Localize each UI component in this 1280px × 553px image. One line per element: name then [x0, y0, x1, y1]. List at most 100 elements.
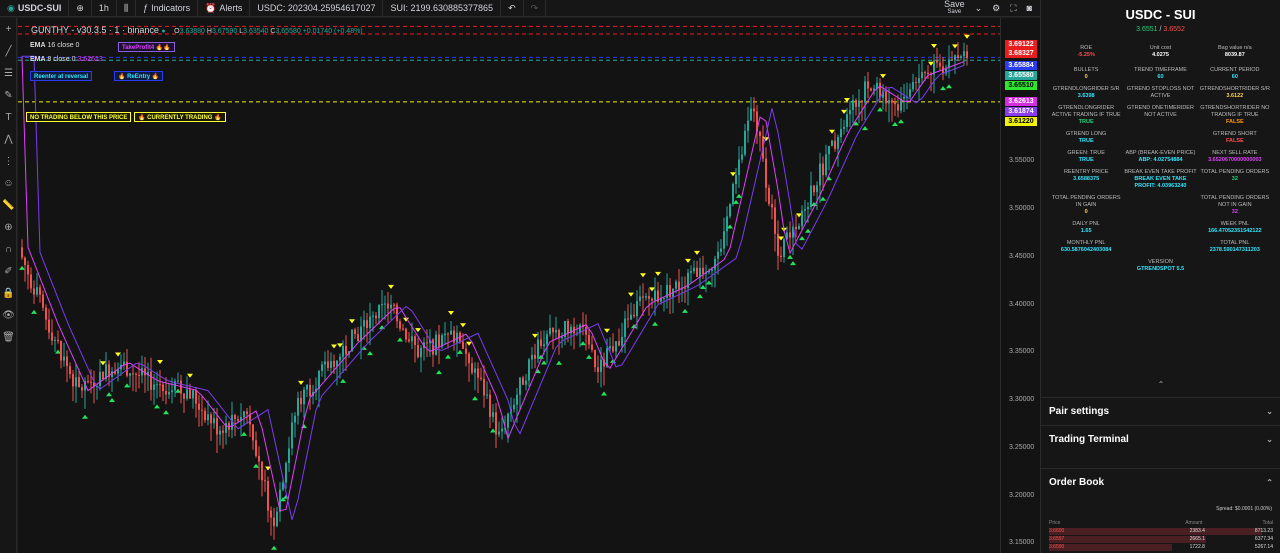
add-symbol-button[interactable]: ⊕ [69, 0, 92, 16]
candle-body [633, 314, 635, 317]
candle-body [39, 287, 41, 295]
order-book-row[interactable]: 3.6590 1722.8 5267.14 [1049, 544, 1273, 551]
candle-body [618, 341, 620, 346]
trash-icon[interactable]: 🗑 [0, 326, 17, 348]
eye-icon[interactable]: 👁 [0, 304, 17, 326]
order-book-row[interactable]: 3.6597 2665.1 6377.34 [1049, 536, 1273, 543]
candle-body [246, 411, 248, 414]
stat-value: ABP: 4.02754884 [1138, 157, 1183, 163]
stat-cell: TOTAL PENDING ORDERS 32 [1198, 169, 1272, 190]
candle-body [561, 337, 563, 339]
buy-arrow [445, 354, 451, 359]
lock-icon[interactable]: 🔒 [0, 282, 17, 304]
candle-body [735, 175, 737, 185]
zoom-icon[interactable]: ⊕ [0, 216, 17, 238]
text-icon[interactable]: T [0, 106, 17, 128]
candle-body [132, 373, 134, 375]
candle-body [732, 184, 734, 205]
camera-icon[interactable]: ◙ [1027, 3, 1032, 13]
order-book-row[interactable]: 3.6600 2383.4 8713.23 [1049, 528, 1273, 535]
price-tick: 3.25000 [1009, 443, 1035, 451]
stat-label: TOTAL PNL [1220, 240, 1250, 246]
price-tag: 3.61874 [1005, 107, 1037, 116]
candle-body [99, 371, 101, 387]
price-chart[interactable] [18, 18, 1000, 553]
ask-price: 3.6552 [1163, 26, 1185, 33]
ema-16-legend[interactable]: EMA 16 close 0 [30, 42, 79, 49]
depth-bar [1049, 528, 1262, 535]
stat-cell [1123, 131, 1197, 145]
trading-terminal-section[interactable]: Trading Terminal ⌄ [1041, 425, 1280, 453]
low-value: 3.63540 [243, 28, 269, 35]
symbol-search[interactable]: ◉ USDC-SUI [0, 0, 70, 16]
crosshair-icon[interactable]: + [0, 18, 17, 40]
price-axis[interactable]: 3.55000 3.50000 3.45000 3.40000 3.35000 3.300… [1000, 18, 1040, 553]
pair-settings-section[interactable]: Pair settings ⌄ [1041, 397, 1280, 425]
sell-arrow [880, 74, 886, 79]
buy-arrow [472, 396, 478, 401]
candle-body [177, 380, 179, 382]
status-dot-icon: ● [161, 28, 166, 35]
sell-arrow [331, 344, 337, 349]
buy-arrow [154, 404, 160, 409]
undo-button[interactable]: ↶ [501, 0, 524, 16]
fib-icon[interactable]: ⋮ [0, 150, 17, 172]
brush-icon[interactable]: ✎ [0, 84, 17, 106]
stat-cell: GTRENDLONGRIDER S/R 3.6398 [1049, 86, 1123, 100]
usdc-balance: USDC: 202304.25954617027 [250, 0, 384, 16]
pencil-lock-icon[interactable]: ✐ [0, 260, 17, 282]
stat-value: TRUE [1078, 157, 1094, 163]
save-button[interactable]: Save Save [944, 0, 965, 16]
candle-body [165, 390, 167, 395]
order-book-section[interactable]: Order Book ⌃ [1041, 468, 1280, 496]
ema-8-legend[interactable]: EMA 8 close 0 3.62613 [30, 56, 103, 63]
candle-body [591, 344, 593, 350]
candle-body [150, 371, 152, 390]
candle-body [492, 412, 494, 417]
buy-arrow [652, 321, 658, 326]
buy-arrow [940, 86, 946, 91]
candle-body [909, 89, 911, 97]
pattern-icon[interactable]: ⋀ [0, 128, 17, 150]
chart-type-button[interactable]: ⫼ [117, 0, 137, 16]
stat-label: TOTAL PENDING ORDERS [1200, 169, 1270, 175]
chart-canvas[interactable]: GUNTHY - v30.3.5 · 1 · binance ● O3.6388… [18, 18, 1000, 553]
candle-body [675, 281, 677, 289]
candle-body [903, 96, 905, 99]
candle-body [327, 361, 329, 368]
stat-cell: GTREND STOPLOSS NOT ACTIVE [1123, 86, 1197, 100]
candle-body [468, 353, 470, 364]
price-tick: 3.20000 [1009, 491, 1035, 499]
candle-body [447, 333, 449, 335]
collapse-chevron-icon[interactable]: ⌃ [1041, 380, 1280, 389]
stat-label: CURRENT PERIOD [1210, 67, 1260, 73]
candle-body [963, 51, 965, 57]
magnet-icon[interactable]: ∩ [0, 238, 17, 260]
candle-body [609, 346, 611, 349]
candle-body [342, 346, 344, 357]
redo-icon: ↷ [530, 2, 539, 13]
candle-body [804, 209, 806, 211]
stat-label: MONTHLY PNL [1066, 240, 1106, 246]
stat-cell [1198, 259, 1272, 273]
candle-body [939, 62, 941, 67]
candle-body [588, 334, 590, 345]
redo-button[interactable]: ↷ [524, 0, 547, 16]
candle-body [867, 81, 869, 89]
alerts-button[interactable]: ⏰ Alerts [198, 0, 251, 16]
chevron-down-icon[interactable]: ⌄ [975, 3, 983, 14]
fullscreen-icon[interactable]: ⛶ [1010, 3, 1016, 14]
emoji-icon[interactable]: ☺ [0, 172, 17, 194]
price-tag: 3.65510 [1005, 81, 1037, 90]
stat-cell [1123, 195, 1197, 216]
interval-button[interactable]: 1h [92, 0, 117, 16]
buy-arrow [799, 236, 805, 241]
ruler-icon[interactable]: 📏 [0, 194, 17, 216]
gear-icon[interactable]: ⚙ [992, 3, 1000, 14]
horizontal-lines-icon[interactable]: ☰ [0, 62, 17, 84]
indicators-button[interactable]: ƒ Indicators [136, 0, 199, 16]
depth-bar [1049, 544, 1173, 551]
ob-total: 8713.23 [1254, 528, 1273, 534]
sell-arrow [448, 310, 454, 315]
trendline-icon[interactable]: ╱ [0, 40, 17, 62]
